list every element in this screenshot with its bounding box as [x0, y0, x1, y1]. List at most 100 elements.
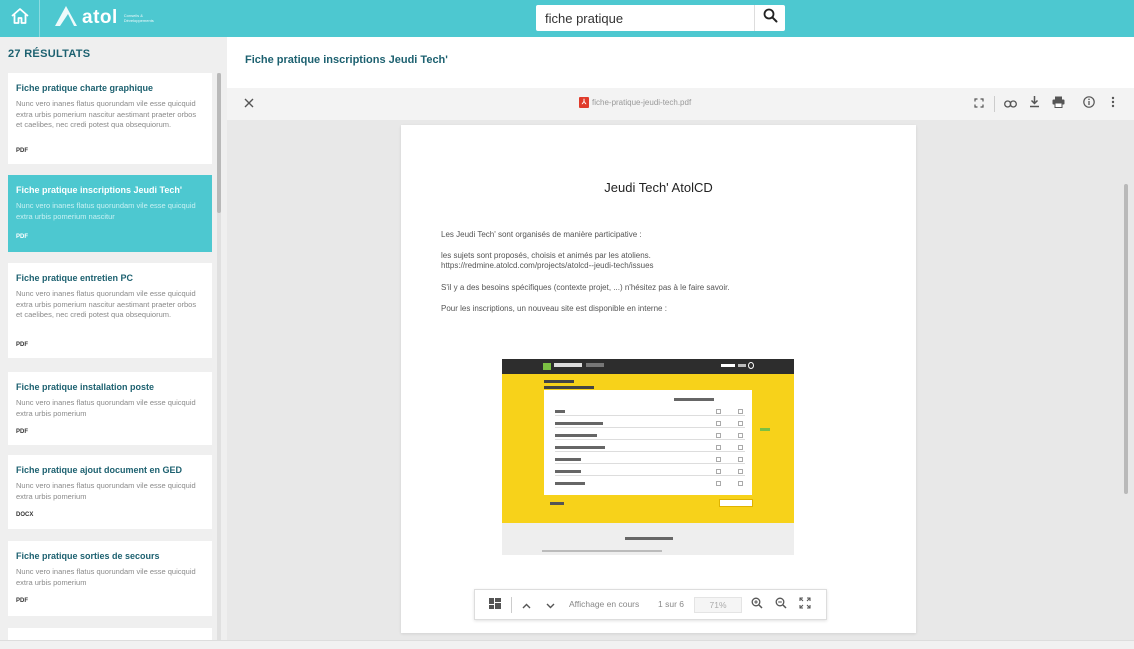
zoom-out-icon	[775, 596, 787, 614]
screenshot-checkbox	[738, 445, 743, 450]
zoom-level-field[interactable]: 71%	[694, 597, 742, 613]
download-button[interactable]	[1026, 96, 1042, 112]
result-card-selected[interactable]: Fiche pratique inscriptions Jeudi Tech' …	[8, 175, 212, 252]
screenshot-row-divider	[555, 463, 745, 464]
result-description: Nunc vero inanes flatus quorundam vile e…	[16, 567, 196, 587]
screenshot-row-divider	[555, 427, 745, 428]
file-name-label: fiche-pratique-jeudi-tech.pdf	[592, 98, 692, 107]
screenshot-submit-button	[719, 499, 753, 507]
result-file-type: PDF	[16, 342, 28, 348]
document-paragraph: S'il y a des besoins spécifiques (contex…	[441, 283, 730, 292]
logo-mark-icon	[54, 5, 78, 32]
result-description: Nunc vero inanes flatus quorundam vile e…	[16, 201, 196, 221]
zoom-in-button[interactable]	[750, 596, 764, 614]
screenshot-row-divider	[555, 475, 745, 476]
screenshot-row-label	[555, 458, 581, 461]
document-paragraph: Pour les inscriptions, un nouveau site e…	[441, 304, 667, 313]
fullscreen-icon	[974, 95, 984, 113]
search-box	[536, 5, 785, 31]
chevron-up-icon	[522, 596, 531, 614]
print-button[interactable]	[1050, 96, 1066, 112]
screenshot-form-label	[674, 398, 714, 401]
logo-tagline: Conseils & Développements	[123, 13, 154, 23]
document-title: Jeudi Tech' AtolCD	[604, 180, 713, 195]
fit-page-icon	[799, 596, 811, 614]
result-card[interactable]: Fiche pratique ajout document en GED Nun…	[8, 455, 212, 529]
result-file-type: PDF	[16, 598, 28, 604]
result-title: Fiche pratique sorties de secours	[16, 551, 160, 561]
screenshot-header-text	[554, 363, 582, 367]
result-file-type: DOCX	[16, 512, 34, 518]
search-input[interactable]	[536, 5, 754, 31]
previous-page-button[interactable]	[519, 598, 533, 612]
result-file-type: PDF	[16, 429, 28, 435]
result-file-type: PDF	[16, 148, 28, 154]
screenshot-bottom-text	[625, 537, 673, 540]
close-icon	[244, 95, 254, 113]
screenshot-row-label	[555, 446, 605, 449]
screenshot-form-count	[760, 428, 770, 431]
toolbar-divider	[994, 96, 995, 112]
pdf-page: Jeudi Tech' AtolCD Les Jeudi Tech' sont …	[401, 125, 916, 633]
screenshot-checkbox	[738, 433, 743, 438]
screenshot-user-meta	[738, 364, 746, 367]
close-button[interactable]	[241, 96, 257, 112]
document-paragraph: Les Jeudi Tech' sont organisés de manièr…	[441, 230, 642, 239]
thumbnails-button[interactable]	[488, 598, 502, 612]
screenshot-checkbox	[716, 409, 721, 414]
next-page-button[interactable]	[543, 598, 557, 612]
document-link-text: https://redmine.atolcd.com/projects/atol…	[441, 261, 654, 270]
screenshot-form	[544, 390, 770, 495]
screenshot-checkbox	[716, 469, 721, 474]
link-icon	[1003, 95, 1017, 113]
result-card[interactable]: Fiche pratique installation poste Nunc v…	[8, 372, 212, 445]
screenshot-checkbox	[738, 481, 743, 486]
print-icon	[1052, 95, 1065, 113]
top-bar: atol Conseils & Développements	[0, 0, 1134, 37]
result-card[interactable]	[8, 628, 212, 640]
result-title: Fiche pratique charte graphique	[16, 83, 154, 93]
result-card[interactable]: Fiche pratique sorties de secours Nunc v…	[8, 541, 212, 616]
screenshot-heading	[544, 380, 574, 383]
screenshot-row-label	[555, 482, 585, 485]
file-name: ⅄ fiche-pratique-jeudi-tech.pdf	[579, 97, 691, 108]
fullscreen-button[interactable]	[971, 96, 987, 112]
screenshot-row-label	[555, 422, 603, 425]
search-button[interactable]	[754, 5, 785, 31]
zoom-in-icon	[751, 596, 763, 614]
logo-word: atol	[82, 7, 118, 28]
screenshot-checkbox	[738, 421, 743, 426]
screenshot-footer-text	[542, 550, 662, 552]
more-options-button[interactable]	[1105, 96, 1121, 112]
results-panel: 27 RÉSULTATS Fiche pratique charte graph…	[0, 37, 227, 640]
screenshot-checkbox	[716, 433, 721, 438]
result-file-type: PDF	[16, 234, 28, 240]
app-logo[interactable]: atol Conseils & Développements	[54, 5, 164, 32]
results-scrollbar-thumb[interactable]	[217, 73, 221, 213]
result-description: Nunc vero inanes flatus quorundam vile e…	[16, 99, 197, 129]
screenshot-user	[721, 364, 735, 367]
screenshot-checkbox	[716, 445, 721, 450]
zoom-out-button[interactable]	[774, 596, 788, 614]
result-card[interactable]: Fiche pratique entretien PC Nunc vero in…	[8, 263, 212, 358]
result-title: Fiche pratique inscriptions Jeudi Tech'	[16, 185, 183, 195]
fit-page-button[interactable]	[798, 596, 812, 614]
pdf-viewer: ⅄ fiche-pratique-jeudi-tech.pdf Jeudi Te…	[227, 88, 1134, 640]
info-button[interactable]	[1081, 96, 1097, 112]
home-button[interactable]	[0, 0, 40, 37]
result-description: Nunc vero inanes flatus quorundam vile e…	[16, 481, 196, 501]
search-icon	[763, 8, 778, 28]
render-status: Affichage en cours	[569, 599, 640, 609]
copy-link-button[interactable]	[1002, 96, 1018, 112]
info-icon	[1083, 95, 1095, 113]
more-vertical-icon	[1111, 95, 1115, 113]
screenshot-checkbox	[716, 421, 721, 426]
screenshot-header-subtext	[586, 363, 604, 367]
viewer-scrollbar-thumb[interactable]	[1124, 184, 1128, 494]
document-paragraph: les sujets sont proposés, choisis et ani…	[441, 251, 651, 260]
thumbnails-icon	[489, 596, 501, 614]
screenshot-checkbox	[738, 457, 743, 462]
result-card[interactable]: Fiche pratique charte graphique Nunc ver…	[8, 73, 212, 164]
result-title: Fiche pratique entretien PC	[16, 273, 134, 283]
screenshot-row-label	[555, 470, 581, 473]
